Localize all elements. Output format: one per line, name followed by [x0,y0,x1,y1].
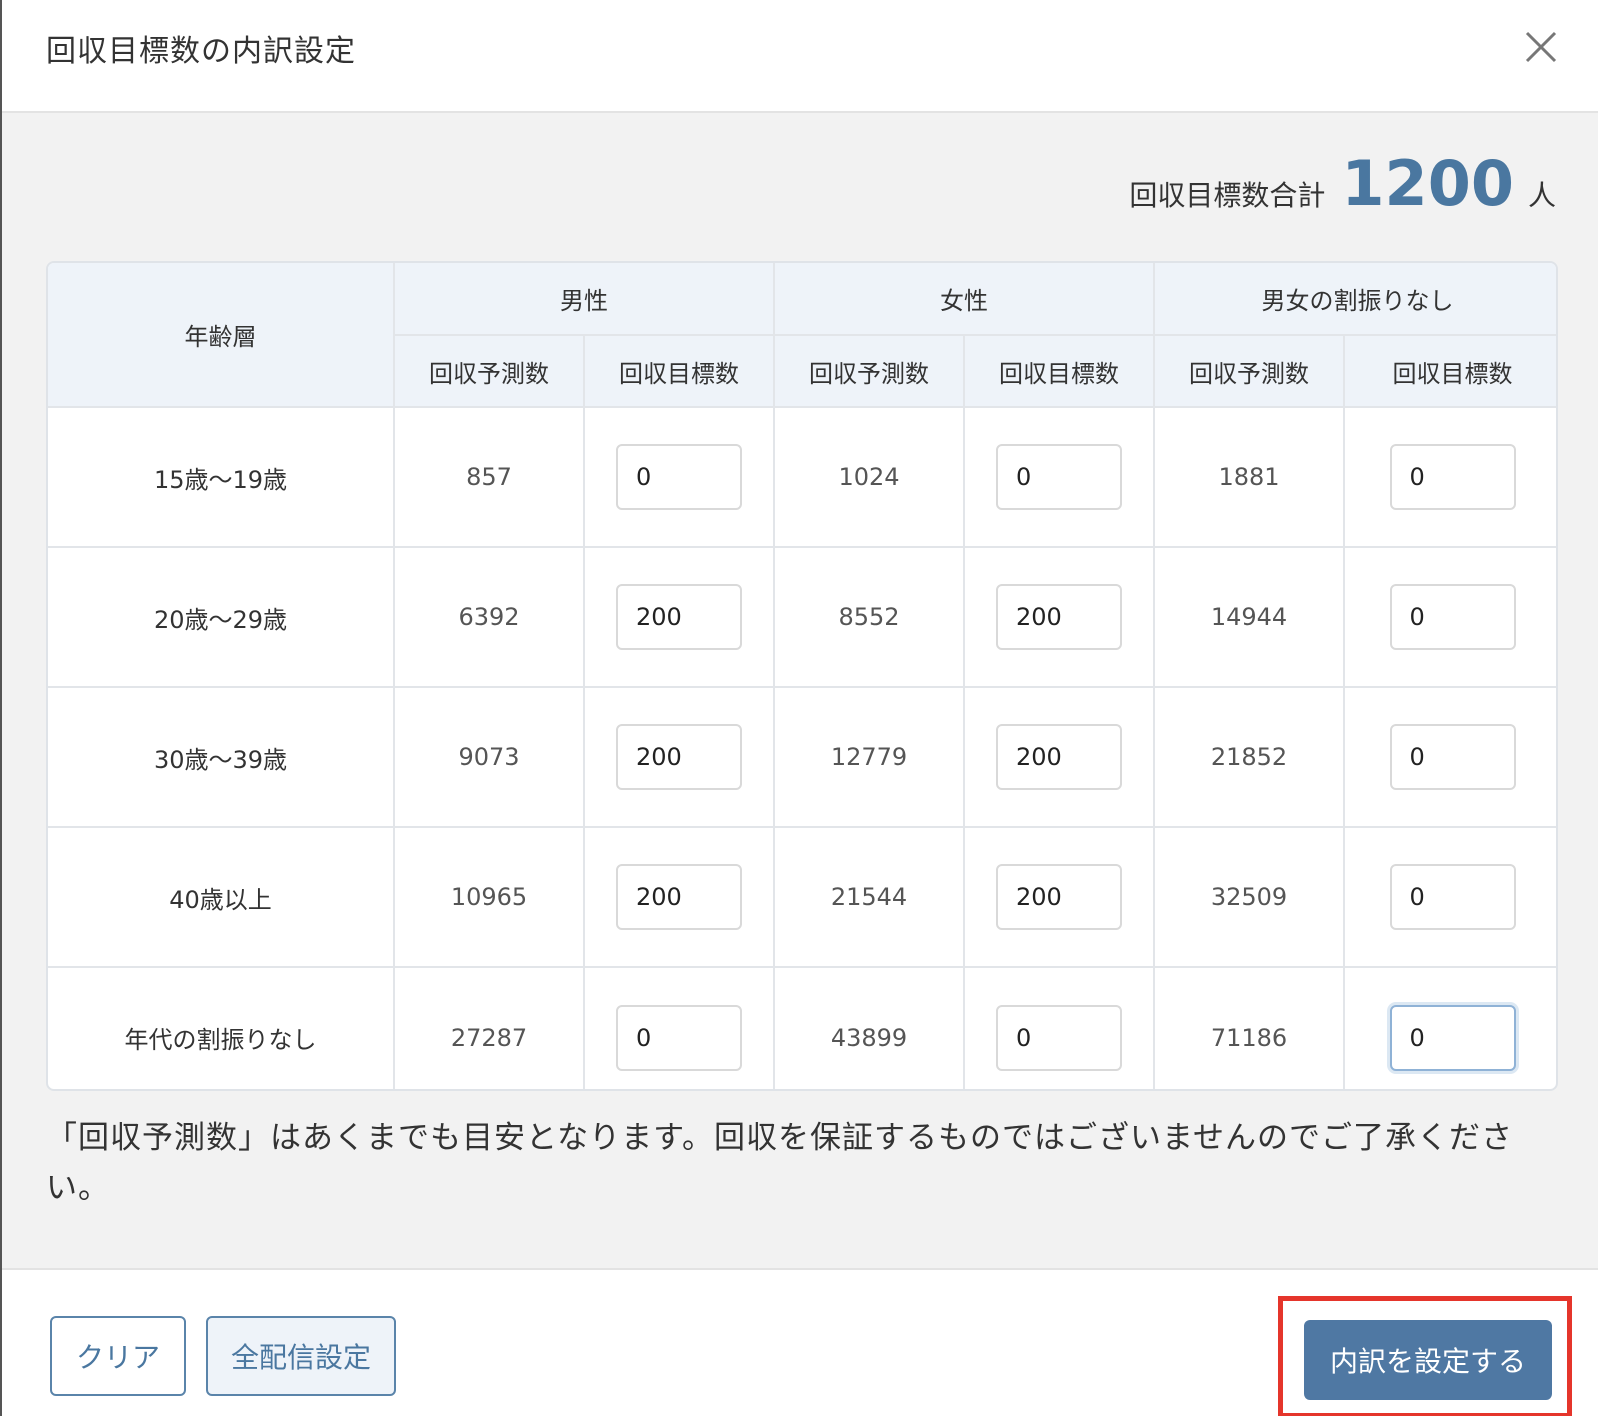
target-input-male[interactable] [616,1004,742,1071]
forecast-value: 14944 [1153,546,1345,688]
target-input-female[interactable] [996,444,1122,510]
forecast-value: 21544 [773,826,965,968]
age-label: 15歳〜19歳 [48,406,395,548]
close-button[interactable] [1524,30,1558,64]
sub-header-target: 回収目標数 [583,334,775,408]
target-input-unassigned[interactable] [1389,864,1516,930]
modal-body: 回収目標数合計 1200 人 年齢層 男性 女性 男女の割振りなし 回収予測数 [2,113,1598,1270]
forecast-value: 857 [393,406,585,548]
table-row: 15歳〜19歳 857 1024 1881 [48,406,1556,548]
age-label: 30歳〜39歳 [48,686,395,828]
sub-header-target: 回収目標数 [1343,334,1556,408]
forecast-value: 1024 [773,406,965,548]
all-delivery-settings-button[interactable]: 全配信設定 [206,1316,396,1396]
forecast-value: 21852 [1153,686,1345,828]
breakdown-table-container: 年齢層 男性 女性 男女の割振りなし 回収予測数 回収目標数 回収予測数 回収目… [46,261,1558,1091]
table-row: 40歳以上 10965 21544 32509 [48,826,1556,968]
sub-header-forecast: 回収予測数 [394,334,585,408]
modal-title: 回収目標数の内訳設定 [46,34,356,69]
sub-header-forecast: 回収予測数 [773,334,965,408]
table-row: 20歳〜29歳 6392 8552 14944 [48,546,1556,688]
table-row: 年代の割振りなし 27287 43899 71186 [48,966,1556,1089]
target-total-label: 回収目標数合計 [1129,179,1326,212]
target-total-unit: 人 [1527,179,1556,212]
modal-footer: クリア 全配信設定 内訳を設定する [2,1272,1598,1416]
target-total-value: 1200 [1341,147,1514,220]
age-header: 年齢層 [48,263,395,408]
forecast-value: 1881 [1153,406,1345,548]
breakdown-modal: 回収目標数の内訳設定 回収目標数合計 1200 人 年齢層 男性 女性 男女の割… [0,0,1598,1416]
forecast-value: 8552 [773,546,965,688]
target-input-female[interactable] [996,724,1122,790]
close-icon [1525,31,1557,63]
sub-header-forecast: 回収予測数 [1153,334,1345,408]
target-input-female[interactable] [996,1004,1122,1071]
age-label: 40歳以上 [48,826,395,968]
modal-header: 回収目標数の内訳設定 [2,0,1598,113]
target-input-male[interactable] [616,444,742,510]
forecast-value: 43899 [773,966,965,1089]
forecast-value: 6392 [393,546,585,688]
target-input-unassigned[interactable] [1389,1004,1516,1071]
target-input-male[interactable] [616,864,742,930]
target-input-female[interactable] [996,864,1122,930]
target-input-male[interactable] [616,584,742,650]
forecast-value: 71186 [1153,966,1345,1089]
target-input-male[interactable] [616,724,742,790]
clear-button[interactable]: クリア [50,1316,186,1396]
table-row: 30歳〜39歳 9073 12779 21852 [48,686,1556,828]
group-header-female: 女性 [773,263,1155,336]
sub-header-target: 回収目標数 [963,334,1155,408]
breakdown-table: 年齢層 男性 女性 男女の割振りなし 回収予測数 回収目標数 回収予測数 回収目… [48,263,1556,1089]
forecast-value: 10965 [393,826,585,968]
forecast-value: 27287 [393,966,585,1089]
target-input-unassigned[interactable] [1389,584,1516,650]
target-input-unassigned[interactable] [1389,444,1516,510]
group-header-male: 男性 [393,263,775,336]
target-input-unassigned[interactable] [1389,724,1516,790]
forecast-value: 32509 [1153,826,1345,968]
age-label: 年代の割振りなし [48,966,395,1089]
target-input-female[interactable] [996,584,1122,650]
forecast-disclaimer: 「回収予測数」はあくまでも目安となります。回収を保証するものではございませんので… [46,1120,1514,1206]
forecast-value: 12779 [773,686,965,828]
age-label: 20歳〜29歳 [48,546,395,688]
set-breakdown-button[interactable]: 内訳を設定する [1304,1320,1552,1400]
forecast-value: 9073 [393,686,585,828]
target-total: 回収目標数合計 1200 人 [1129,153,1556,215]
group-header-unassigned: 男女の割振りなし [1153,263,1556,336]
